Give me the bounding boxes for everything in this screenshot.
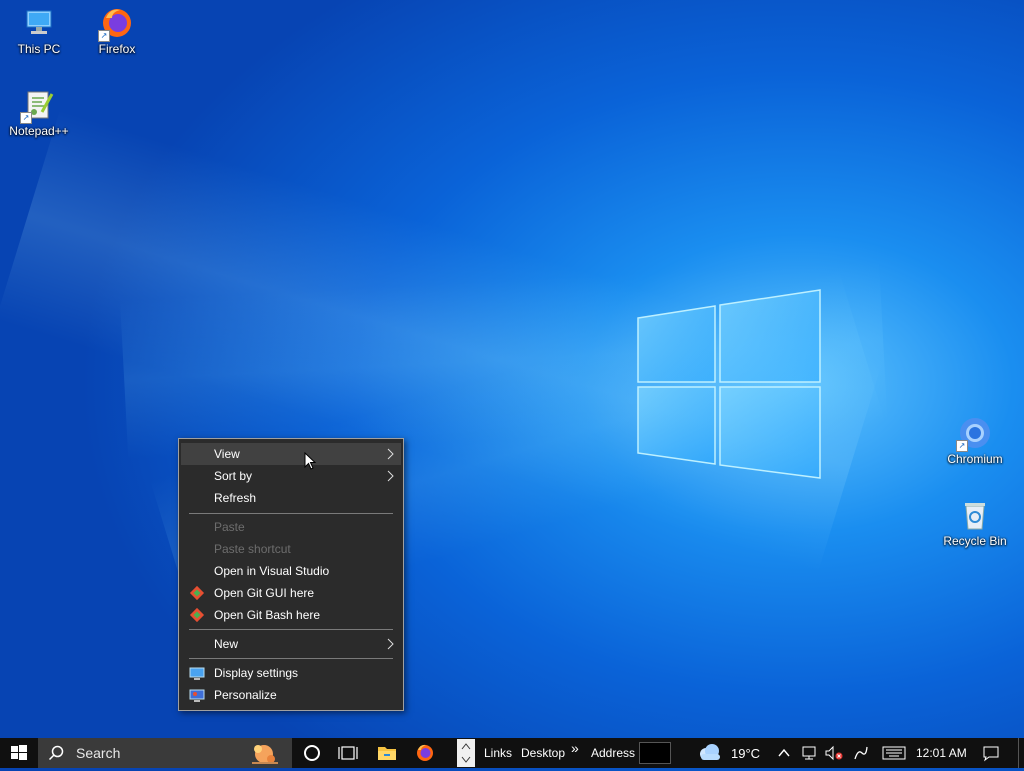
firefox-icon: [417, 744, 433, 761]
menu-item-label: Open in Visual Studio: [214, 564, 330, 578]
display-icon: [189, 667, 205, 680]
menu-item-label: Personalize: [214, 688, 277, 702]
chevron-right-icon: [387, 638, 394, 650]
taskbar: Search Links Desktop » Address 19°C 12:0…: [0, 738, 1024, 768]
volume-muted-icon[interactable]: [824, 745, 844, 761]
scroll-updown-icon: [457, 739, 475, 767]
menu-item-refresh[interactable]: Refresh: [181, 487, 401, 509]
weather-temperature[interactable]: 19°C: [731, 746, 760, 761]
menu-item-label: Open Git GUI here: [214, 586, 315, 600]
show-desktop-button[interactable]: [1018, 738, 1024, 768]
desktop-icon-firefox[interactable]: ↗ Firefox: [78, 6, 156, 56]
desktop-icon-label: Firefox: [98, 42, 136, 56]
cortana-icon: [304, 745, 320, 761]
menu-item-new[interactable]: New: [181, 633, 401, 655]
mouse-cursor-icon: [304, 452, 317, 470]
windows-start-icon: [11, 745, 27, 760]
address-input[interactable]: [639, 742, 671, 764]
file-explorer-icon: [378, 747, 396, 760]
personalize-icon: [189, 689, 205, 702]
chevron-right-icon: [387, 470, 394, 482]
recycle-bin-icon: [958, 498, 992, 532]
desktop-icon-recycle-bin[interactable]: Recycle Bin: [936, 498, 1014, 548]
task-view-button[interactable]: [332, 738, 364, 768]
toolbar-overflow-chevron[interactable]: »: [571, 740, 579, 756]
git-icon: [189, 585, 205, 601]
menu-item-label: Sort by: [214, 469, 253, 483]
menu-item-sort-by[interactable]: Sort by: [181, 465, 401, 487]
menu-item-label: Paste: [214, 520, 245, 534]
desktop-icon-label: Notepad++: [9, 124, 69, 138]
chevron-up-icon[interactable]: [777, 747, 791, 759]
cortana-button[interactable]: [296, 738, 328, 768]
search-icon: [48, 745, 64, 761]
menu-item-display-settings[interactable]: Display settings: [181, 662, 401, 684]
windows-wallpaper-logo: [637, 289, 821, 479]
git-icon: [189, 607, 205, 623]
desktop-icon-notepadpp[interactable]: ↗ Notepad++: [0, 88, 78, 138]
menu-separator: [189, 629, 393, 630]
desktop-icon-chromium[interactable]: ↗ Chromium: [936, 416, 1014, 466]
menu-item-paste-shortcut[interactable]: Paste shortcut: [181, 538, 401, 560]
task-view-icon: [338, 746, 358, 760]
toolbar-scroll-button[interactable]: [456, 738, 476, 768]
taskbar-file-explorer[interactable]: [370, 738, 404, 768]
start-button[interactable]: [0, 738, 38, 768]
menu-item-label: Paste shortcut: [214, 542, 291, 556]
menu-item-open-git-gui[interactable]: Open Git GUI here: [181, 582, 401, 604]
firefox-icon: ↗: [98, 6, 134, 42]
menu-item-label: New: [214, 637, 239, 651]
desktop-icon-label: Chromium: [947, 452, 1003, 466]
weather-cloud-icon: [700, 744, 720, 760]
clock[interactable]: 12:01 AM: [916, 746, 967, 760]
menu-item-open-git-bash[interactable]: Open Git Bash here: [181, 604, 401, 626]
chromium-icon: ↗: [956, 416, 992, 452]
menu-separator: [189, 513, 393, 514]
menu-item-view[interactable]: View: [181, 443, 401, 465]
menu-item-label: View: [214, 447, 240, 461]
desktop-icon-label: This PC: [17, 42, 61, 56]
menu-item-label: Display settings: [214, 666, 299, 680]
menu-separator: [189, 658, 393, 659]
desktop-context-menu: View Sort by Refresh Paste Paste shortcu…: [178, 438, 404, 711]
menu-item-label: Open Git Bash here: [214, 608, 321, 622]
desktop-icon-label: Recycle Bin: [943, 534, 1007, 548]
toolbar-address-label: Address: [591, 746, 636, 760]
search-placeholder: Search: [76, 745, 121, 761]
toolbar-desktop[interactable]: Desktop: [521, 746, 565, 760]
taskbar-search-box[interactable]: Search: [38, 738, 292, 768]
desktop-icon-this-pc[interactable]: This PC: [0, 6, 78, 56]
touch-keyboard-icon[interactable]: [882, 746, 906, 760]
network-icon[interactable]: [800, 745, 820, 761]
menu-item-paste[interactable]: Paste: [181, 516, 401, 538]
computer-icon: [22, 6, 56, 40]
pen-workspace-icon[interactable]: [852, 744, 870, 762]
menu-item-label: Refresh: [214, 491, 257, 505]
search-highlight-illustration-icon: [252, 745, 278, 764]
menu-item-personalize[interactable]: Personalize: [181, 684, 401, 706]
action-center-icon[interactable]: [982, 745, 1000, 762]
notepadpp-icon: ↗: [20, 88, 56, 124]
toolbar-links[interactable]: Links: [484, 746, 512, 760]
chevron-right-icon: [387, 448, 394, 460]
menu-item-open-in-visual-studio[interactable]: Open in Visual Studio: [181, 560, 401, 582]
taskbar-firefox[interactable]: [408, 738, 442, 768]
